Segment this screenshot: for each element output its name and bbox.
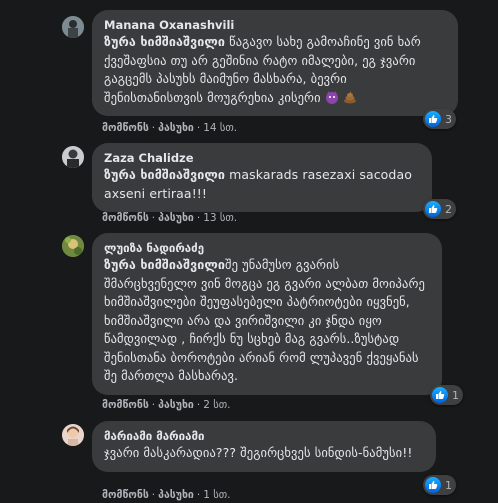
timestamp[interactable]: 14 სთ. bbox=[203, 122, 237, 134]
mention-link[interactable]: ზურა ხიმშიაშვილი bbox=[104, 257, 225, 272]
reaction-count: 3 bbox=[445, 112, 452, 126]
comment-meta: მომწონს · პასუხი · 1 სთ. bbox=[102, 489, 231, 501]
comment-bubble: მარიამი მარიამი ჯვარი მასკარადია??? შეგი… bbox=[92, 421, 436, 472]
poop-emoji-icon bbox=[343, 90, 356, 103]
comment-body: შე უნამუსო გვარის შმარცხვენელო ვინ მოგცა… bbox=[104, 257, 425, 383]
comment-text: ზურა ხიმშიაშვილი maskarads rasezaxi saco… bbox=[104, 166, 420, 203]
like-button[interactable]: მომწონს bbox=[102, 399, 149, 411]
avatar[interactable] bbox=[62, 146, 84, 168]
comment-author[interactable]: Zaza Chalidze bbox=[104, 150, 420, 166]
like-reaction-icon bbox=[425, 201, 441, 217]
comment-meta: მომწონს · პასუხი · 14 სთ. bbox=[102, 122, 238, 134]
like-button[interactable]: მომწონს bbox=[102, 489, 149, 501]
comment-text: ჯვარი მასკარადია??? შეგირცხვეს სინდის-ნა… bbox=[104, 444, 424, 463]
comment-author[interactable]: Manana Oxanashvili bbox=[104, 17, 446, 33]
comment-bubble: ლუიზა ნადირაძე ზურა ხიმშიაშვილიშე უნამუს… bbox=[92, 233, 442, 395]
avatar-photo-icon bbox=[62, 424, 84, 446]
timestamp[interactable]: 13 სთ. bbox=[203, 212, 237, 224]
mention-link[interactable]: ზურა ხიმშიაშვილი bbox=[104, 34, 225, 49]
reaction-summary[interactable]: 1 bbox=[423, 475, 456, 495]
avatar-photo-icon bbox=[62, 16, 84, 38]
like-reaction-icon bbox=[425, 111, 441, 127]
reaction-summary[interactable]: 2 bbox=[423, 199, 456, 219]
timestamp[interactable]: 1 სთ. bbox=[203, 489, 230, 501]
reply-button[interactable]: პასუხი bbox=[158, 212, 194, 224]
avatar-photo-icon bbox=[62, 146, 84, 168]
reply-button[interactable]: პასუხი bbox=[158, 489, 194, 501]
comment-bubble: Zaza Chalidze ზურა ხიმშიაშვილი maskarads… bbox=[92, 143, 432, 212]
comment-text: ზურა ხიმშიაშვილი წაგავო სახე გამოაჩინე ვ… bbox=[104, 33, 446, 107]
timestamp[interactable]: 2 სთ. bbox=[203, 399, 230, 411]
reaction-summary[interactable]: 1 bbox=[430, 385, 463, 405]
comment-meta: მომწონს · პასუხი · 13 სთ. bbox=[102, 212, 238, 224]
reaction-count: 1 bbox=[452, 388, 459, 402]
comment-body: ჯვარი მასკარადია??? შეგირცხვეს სინდის-ნა… bbox=[104, 445, 413, 460]
avatar[interactable] bbox=[62, 424, 84, 446]
avatar[interactable] bbox=[62, 16, 84, 38]
mention-link[interactable]: ზურა ხიმშიაშვილი bbox=[104, 167, 225, 182]
reaction-count: 1 bbox=[445, 478, 452, 492]
avatar-photo-icon bbox=[62, 235, 84, 257]
comment-author[interactable]: მარიამი მარიამი bbox=[104, 428, 424, 444]
like-button[interactable]: მომწონს bbox=[102, 212, 149, 224]
reaction-summary[interactable]: 3 bbox=[423, 109, 456, 129]
like-reaction-icon bbox=[425, 477, 441, 493]
like-reaction-icon bbox=[432, 387, 448, 403]
reaction-count: 2 bbox=[445, 202, 452, 216]
comment-meta: მომწონს · პასუხი · 2 სთ. bbox=[102, 399, 231, 411]
reply-button[interactable]: პასუხი bbox=[158, 399, 194, 411]
avatar[interactable] bbox=[62, 235, 84, 257]
comment-bubble: Manana Oxanashvili ზურა ხიმშიაშვილი წაგა… bbox=[92, 10, 458, 116]
reply-button[interactable]: პასუხი bbox=[158, 122, 194, 134]
comment-text: ზურა ხიმშიაშვილიშე უნამუსო გვარის შმარცხ… bbox=[104, 256, 430, 386]
comment-author[interactable]: ლუიზა ნადირაძე bbox=[104, 240, 430, 256]
like-button[interactable]: მომწონს bbox=[102, 122, 149, 134]
purple-devil-emoji-icon bbox=[325, 90, 338, 104]
